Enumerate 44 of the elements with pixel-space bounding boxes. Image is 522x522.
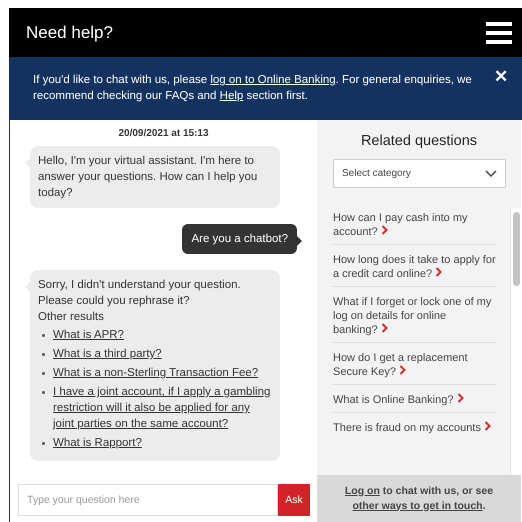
bullet-icon <box>42 353 45 356</box>
suggestion-link[interactable]: What is APR? <box>53 327 124 343</box>
related-question-link[interactable]: What if I forget or lock one of my log on details for online banking? <box>333 292 496 343</box>
bullet-icon <box>42 391 45 394</box>
message-text: Hello, I'm your virtual assistant. I'm here to answer your questions. How can I help you today? <box>38 154 258 201</box>
chevron-down-icon <box>485 170 497 178</box>
banner-text: If you'd like to chat with us, please log on to Online Banking. For general enquiries, we recommend checking our FAQs and Help section first. <box>33 73 473 104</box>
related-question-link[interactable]: How can I pay cash into my account? <box>333 208 496 245</box>
chevron-right-icon <box>380 323 388 333</box>
bullet-icon <box>42 442 45 445</box>
message-text: Other results <box>38 310 105 325</box>
footer-text: Log on to chat with us, or see other ways to get in touch. <box>344 484 494 514</box>
banner-link[interactable]: log on to Online Banking <box>210 74 336 86</box>
bullet-icon <box>42 334 45 337</box>
message-text: Please could you rephrase it? <box>38 294 191 309</box>
suggestion-link[interactable]: What is a third party? <box>53 346 162 362</box>
scrollbar[interactable] <box>510 208 521 475</box>
footer-link[interactable]: Log on <box>344 484 380 496</box>
suggestion-link[interactable]: What is a non-Sterling Transaction Fee? <box>53 365 258 381</box>
suggestion-link[interactable]: I have a joint account, if I apply a gambling restriction will it also be applied for any joint parties on the same account? <box>53 384 272 432</box>
close-button[interactable]: ✕ <box>490 66 512 87</box>
message-text: Sorry, I didn't understand your question. <box>38 278 242 293</box>
chevron-right-icon <box>380 225 388 235</box>
related-question-link[interactable]: What is Online Banking? <box>333 390 496 413</box>
chevron-right-icon <box>435 267 442 277</box>
menu-icon[interactable] <box>486 22 512 44</box>
category-select[interactable]: Select category <box>333 159 506 188</box>
header-title: Need help? <box>26 22 113 42</box>
chat-timestamp: 20/09/2021 at 15:13 <box>117 128 210 139</box>
banner-link[interactable]: Help <box>220 90 244 102</box>
bubble-tail-icon <box>297 236 302 246</box>
related-question-link[interactable]: How do I get a replacement Secure Key? <box>333 348 496 385</box>
related-question-link[interactable]: There is fraud on my accounts <box>333 418 496 440</box>
related-question-link[interactable]: How long does it take to apply for a credit card online? <box>333 250 496 287</box>
suggestion-link[interactable]: What is Rapport? <box>53 435 142 451</box>
user-message: Are you a chatbot? <box>182 224 297 254</box>
chevron-right-icon <box>484 421 492 431</box>
chevron-right-icon <box>456 393 464 403</box>
chevron-right-icon <box>399 365 406 375</box>
footer-link[interactable]: other ways to get in touch <box>352 500 483 512</box>
related-title: Related questions <box>360 133 478 149</box>
ask-button[interactable]: Ask <box>278 484 310 516</box>
bullet-icon <box>42 372 45 375</box>
question-input[interactable]: Type your question here <box>18 484 278 516</box>
